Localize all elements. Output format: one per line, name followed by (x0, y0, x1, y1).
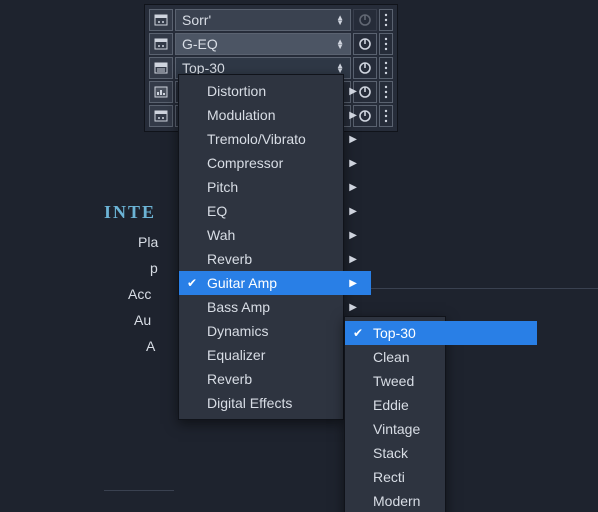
menu-item-label: Modulation (207, 107, 276, 123)
fx-category-menu: Distortion▶Modulation▶Tremolo/Vibrato▶Co… (178, 74, 344, 420)
menu-item-label: Top-30 (373, 325, 416, 341)
menu-item[interactable]: Eddie (345, 393, 537, 417)
fx-icon (149, 9, 173, 31)
menu-item-label: Wah (207, 227, 235, 243)
bg-text: A (146, 338, 155, 354)
menu-item[interactable]: ✔ Top-30 (345, 321, 537, 345)
menu-item-label: Reverb (207, 251, 252, 267)
more-options-button[interactable] (379, 33, 393, 55)
submenu-arrow-icon: ▶ (349, 302, 357, 313)
divider (104, 490, 174, 491)
menu-item-label: EQ (207, 203, 227, 219)
fx-icon (149, 105, 173, 127)
bg-text: Pla (138, 234, 158, 250)
sort-arrows-icon: ▲▼ (336, 63, 344, 73)
menu-item[interactable]: Clean (345, 345, 537, 369)
menu-item-label: Digital Effects (207, 395, 292, 411)
menu-item-label: Bass Amp (207, 299, 270, 315)
more-options-button[interactable] (379, 105, 393, 127)
menu-item[interactable]: Tweed (345, 369, 537, 393)
menu-item[interactable]: Bass Amp ▶ (179, 295, 371, 319)
submenu-arrow-icon: ▶ (349, 134, 357, 145)
menu-item[interactable]: Compressor ▶ (179, 151, 371, 175)
menu-item-label: Recti (373, 469, 405, 485)
menu-item[interactable]: Stack (345, 441, 537, 465)
more-options-button[interactable] (379, 81, 393, 103)
menu-item-label: Modern (373, 493, 420, 509)
menu-item-label: Tweed (373, 373, 414, 389)
plugin-selector[interactable]: Sorr' ▲▼ (175, 9, 351, 31)
divider (342, 288, 598, 289)
more-options-button[interactable] (379, 9, 393, 31)
submenu-arrow-icon: ▶ (349, 254, 357, 265)
check-icon: ✔ (353, 326, 363, 340)
menu-item-label: Pitch (207, 179, 238, 195)
menu-item-label: Eddie (373, 397, 409, 413)
submenu-arrow-icon: ▶ (349, 182, 357, 193)
submenu-arrow-icon: ▶ (349, 230, 357, 241)
menu-item[interactable]: Reverb▶ (179, 367, 371, 391)
menu-item-label: Compressor (207, 155, 283, 171)
menu-item[interactable]: Digital Effects▶ (179, 391, 371, 415)
amp-icon (149, 57, 173, 79)
plugin-name: Sorr' (182, 12, 211, 28)
menu-item[interactable]: Distortion ▶ (179, 79, 371, 103)
power-button[interactable] (353, 33, 377, 55)
menu-item-label: Reverb (207, 371, 252, 387)
menu-item[interactable]: Wah ▶ (179, 223, 371, 247)
menu-item-label: Stack (373, 445, 408, 461)
power-button[interactable] (353, 9, 377, 31)
power-button[interactable] (353, 57, 377, 79)
menu-item[interactable]: Pitch ▶ (179, 175, 371, 199)
guitar-amp-submenu: ✔ Top-30 Clean Tweed Eddie Vintage Stack Recti M… (344, 316, 446, 512)
check-icon: ✔ (187, 276, 197, 290)
menu-item[interactable]: Recti (345, 465, 537, 489)
plugin-name: G-EQ (182, 36, 218, 52)
menu-item[interactable]: Equalizer▶ (179, 343, 371, 367)
submenu-arrow-icon: ▶ (349, 158, 357, 169)
menu-item-label: Dynamics (207, 323, 268, 339)
menu-item[interactable]: Reverb ▶ (179, 247, 371, 271)
submenu-arrow-icon: ▶ (349, 86, 357, 97)
menu-item[interactable]: Dynamics▶ (179, 319, 371, 343)
menu-item-label: Equalizer (207, 347, 265, 363)
submenu-arrow-icon: ▶ (349, 278, 357, 289)
plugin-selector[interactable]: G-EQ ▲▼ (175, 33, 351, 55)
more-options-button[interactable] (379, 57, 393, 79)
fx-icon (149, 33, 173, 55)
plugin-slot: Sorr' ▲▼ (149, 9, 393, 31)
menu-item-label: Distortion (207, 83, 266, 99)
menu-item[interactable]: Vintage (345, 417, 537, 441)
bg-text: p (150, 260, 158, 276)
meter-icon (149, 81, 173, 103)
menu-item[interactable]: Modern (345, 489, 537, 512)
menu-item[interactable]: Tremolo/Vibrato ▶ (179, 127, 371, 151)
submenu-arrow-icon: ▶ (349, 206, 357, 217)
menu-item-label: Tremolo/Vibrato (207, 131, 306, 147)
menu-item-label: Vintage (373, 421, 420, 437)
bg-text: Acc (128, 286, 151, 302)
menu-item[interactable]: EQ ▶ (179, 199, 371, 223)
bg-text: Au (134, 312, 151, 328)
menu-item-label: Clean (373, 349, 410, 365)
menu-item-label: Guitar Amp (207, 275, 277, 291)
submenu-arrow-icon: ▶ (349, 110, 357, 121)
plugin-slot: G-EQ ▲▼ (149, 33, 393, 55)
sort-arrows-icon: ▲▼ (336, 15, 344, 25)
section-heading: INTE (104, 202, 156, 223)
sort-arrows-icon: ▲▼ (336, 39, 344, 49)
menu-item[interactable]: Modulation ▶ (179, 103, 371, 127)
menu-item[interactable]: ✔ Guitar Amp ▶ (179, 271, 371, 295)
